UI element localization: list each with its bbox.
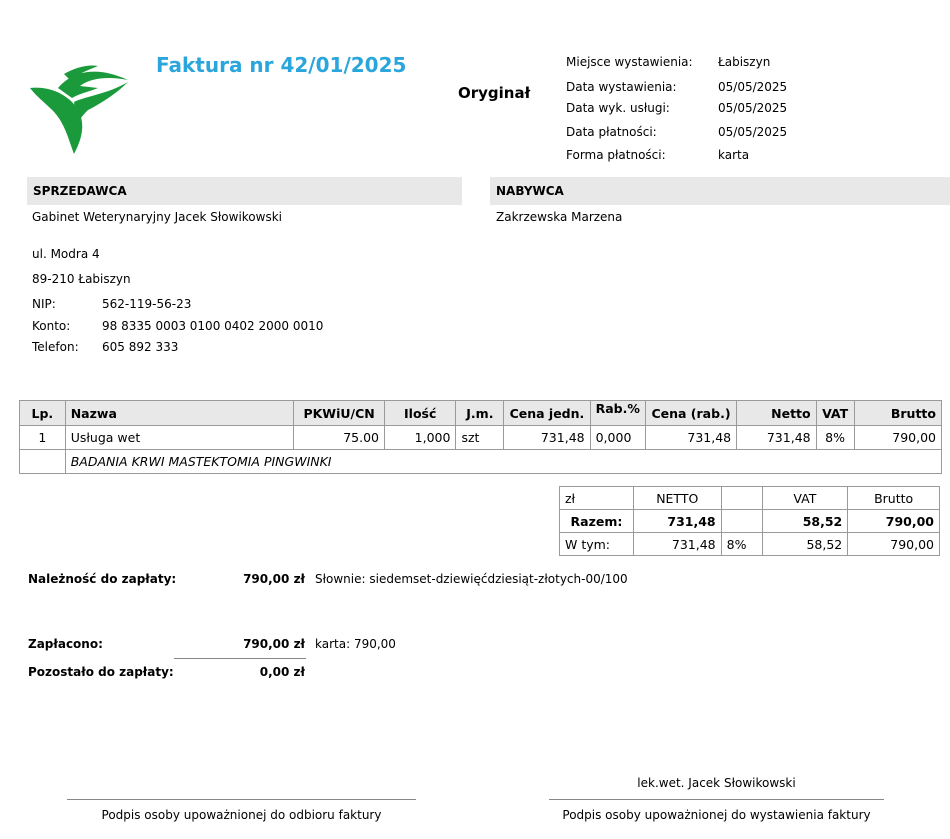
breakdown-label: W tym: xyxy=(559,532,634,556)
clinic-logo xyxy=(30,65,128,154)
item-price: 731,48 xyxy=(503,425,591,450)
issuer-signature-line xyxy=(549,799,884,800)
item-description: BADANIA KRWI MASTEKTOMIA PINGWINKI xyxy=(64,449,943,474)
total-rate xyxy=(720,509,763,533)
total-gross: 790,00 xyxy=(847,509,940,533)
meta-value: karta xyxy=(718,148,750,162)
col-header: Ilość xyxy=(383,400,457,426)
meta-label: Forma płatności: xyxy=(566,148,666,162)
summary-breakdown-row: W tym: 731,48 8% 58,52 790,00 xyxy=(559,532,940,556)
phone-label: Telefon: xyxy=(32,340,79,354)
breakdown-gross: 790,00 xyxy=(847,532,940,556)
issuer-signature-caption: Podpis osoby upoważnionej do wystawienia… xyxy=(562,808,871,822)
item-unit: szt xyxy=(455,425,505,450)
amount-in-words: Słownie: siedemset-dziewięćdziesiąt-złot… xyxy=(315,572,628,586)
account-value: 98 8335 0003 0100 0402 2000 0010 xyxy=(102,319,324,333)
buyer-header: NABYWCA xyxy=(490,177,950,205)
desc-spacer xyxy=(19,449,66,474)
phone-value: 605 892 333 xyxy=(102,340,179,354)
breakdown-net: 731,48 xyxy=(632,532,722,556)
summary-header: NETTO xyxy=(632,486,722,510)
paid-label: Zapłacono: xyxy=(28,637,103,651)
vat-summary-table: zł NETTO VAT Brutto Razem: 731,48 58,52 … xyxy=(559,486,940,556)
seller-street: ul. Modra 4 xyxy=(32,247,100,261)
meta-label: Miejsce wystawienia: xyxy=(566,55,693,69)
item-vat: 8% xyxy=(815,425,855,450)
seller-city: 89-210 Łabiszyn xyxy=(32,272,131,286)
meta-value: 05/05/2025 xyxy=(718,125,788,139)
remaining-amount: 0,00 zł xyxy=(259,665,305,679)
total-net: 731,48 xyxy=(632,509,722,533)
summary-header-row: zł NETTO VAT Brutto xyxy=(559,486,940,510)
due-label: Należność do zapłaty: xyxy=(28,572,177,586)
meta-value: 05/05/2025 xyxy=(718,80,788,94)
col-header: J.m. xyxy=(455,400,505,426)
item-gross: 790,00 xyxy=(853,425,943,450)
col-header: Cena (rab.) xyxy=(644,400,738,426)
seller-header: SPRZEDAWCA xyxy=(27,177,462,205)
nip-value: 562-119-56-23 xyxy=(102,297,192,311)
col-header: Netto xyxy=(736,400,817,426)
total-label: Razem: xyxy=(559,509,634,533)
buyer-name: Zakrzewska Marzena xyxy=(496,210,623,224)
item-discount: 0,000 xyxy=(589,425,646,450)
item-qty: 1,000 xyxy=(383,425,457,450)
breakdown-vat: 58,52 xyxy=(761,532,849,556)
due-amount: 790,00 zł xyxy=(243,572,305,586)
col-header: Lp. xyxy=(19,400,66,426)
summary-header: zł xyxy=(559,486,634,510)
copy-label: Oryginał xyxy=(458,84,531,102)
issuer-name: lek.wet. Jacek Słowikowski xyxy=(637,776,796,790)
account-label: Konto: xyxy=(32,319,71,333)
invoice-title: Faktura nr 42/01/2025 xyxy=(156,53,407,77)
col-header: VAT xyxy=(815,400,855,426)
total-vat: 58,52 xyxy=(761,509,849,533)
seller-name: Gabinet Weterynaryjny Jacek Słowikowski xyxy=(32,210,282,224)
meta-label: Data wystawienia: xyxy=(566,80,677,94)
summary-total-row: Razem: 731,48 58,52 790,00 xyxy=(559,509,940,533)
item-name: Usługa wet xyxy=(64,425,295,450)
items-table: Lp. Nazwa PKWiU/CN Ilość J.m. Cena jedn.… xyxy=(19,400,943,474)
nip-label: NIP: xyxy=(32,297,56,311)
col-header: Cena jedn. xyxy=(503,400,591,426)
table-row: 1 Usługa wet 75.00 1,000 szt 731,48 0,00… xyxy=(19,425,943,450)
sum-divider xyxy=(174,658,306,659)
items-header-row: Lp. Nazwa PKWiU/CN Ilość J.m. Cena jedn.… xyxy=(19,400,943,426)
receiver-signature-caption: Podpis osoby upoważnionej do odbioru fak… xyxy=(101,808,382,822)
summary-header: VAT xyxy=(761,486,849,510)
item-net: 731,48 xyxy=(736,425,817,450)
meta-value: Łabiszyn xyxy=(718,55,771,69)
remaining-label: Pozostało do zapłaty: xyxy=(28,665,174,679)
col-header: Rab.% xyxy=(589,400,646,426)
paid-method: karta: 790,00 xyxy=(315,637,396,651)
table-row-description: BADANIA KRWI MASTEKTOMIA PINGWINKI xyxy=(19,449,943,474)
col-header: Nazwa xyxy=(64,400,295,426)
meta-label: Data płatności: xyxy=(566,125,657,139)
meta-value: 05/05/2025 xyxy=(718,101,788,115)
col-header: PKWiU/CN xyxy=(293,400,385,426)
summary-header: Brutto xyxy=(847,486,940,510)
item-pkwiu: 75.00 xyxy=(293,425,385,450)
col-header: Brutto xyxy=(853,400,943,426)
meta-label: Data wyk. usługi: xyxy=(566,101,670,115)
receiver-signature-line xyxy=(67,799,416,800)
paid-amount: 790,00 zł xyxy=(243,637,305,651)
breakdown-rate: 8% xyxy=(720,532,763,556)
item-lp: 1 xyxy=(19,425,66,450)
item-price-disc: 731,48 xyxy=(644,425,738,450)
summary-header xyxy=(720,486,763,510)
